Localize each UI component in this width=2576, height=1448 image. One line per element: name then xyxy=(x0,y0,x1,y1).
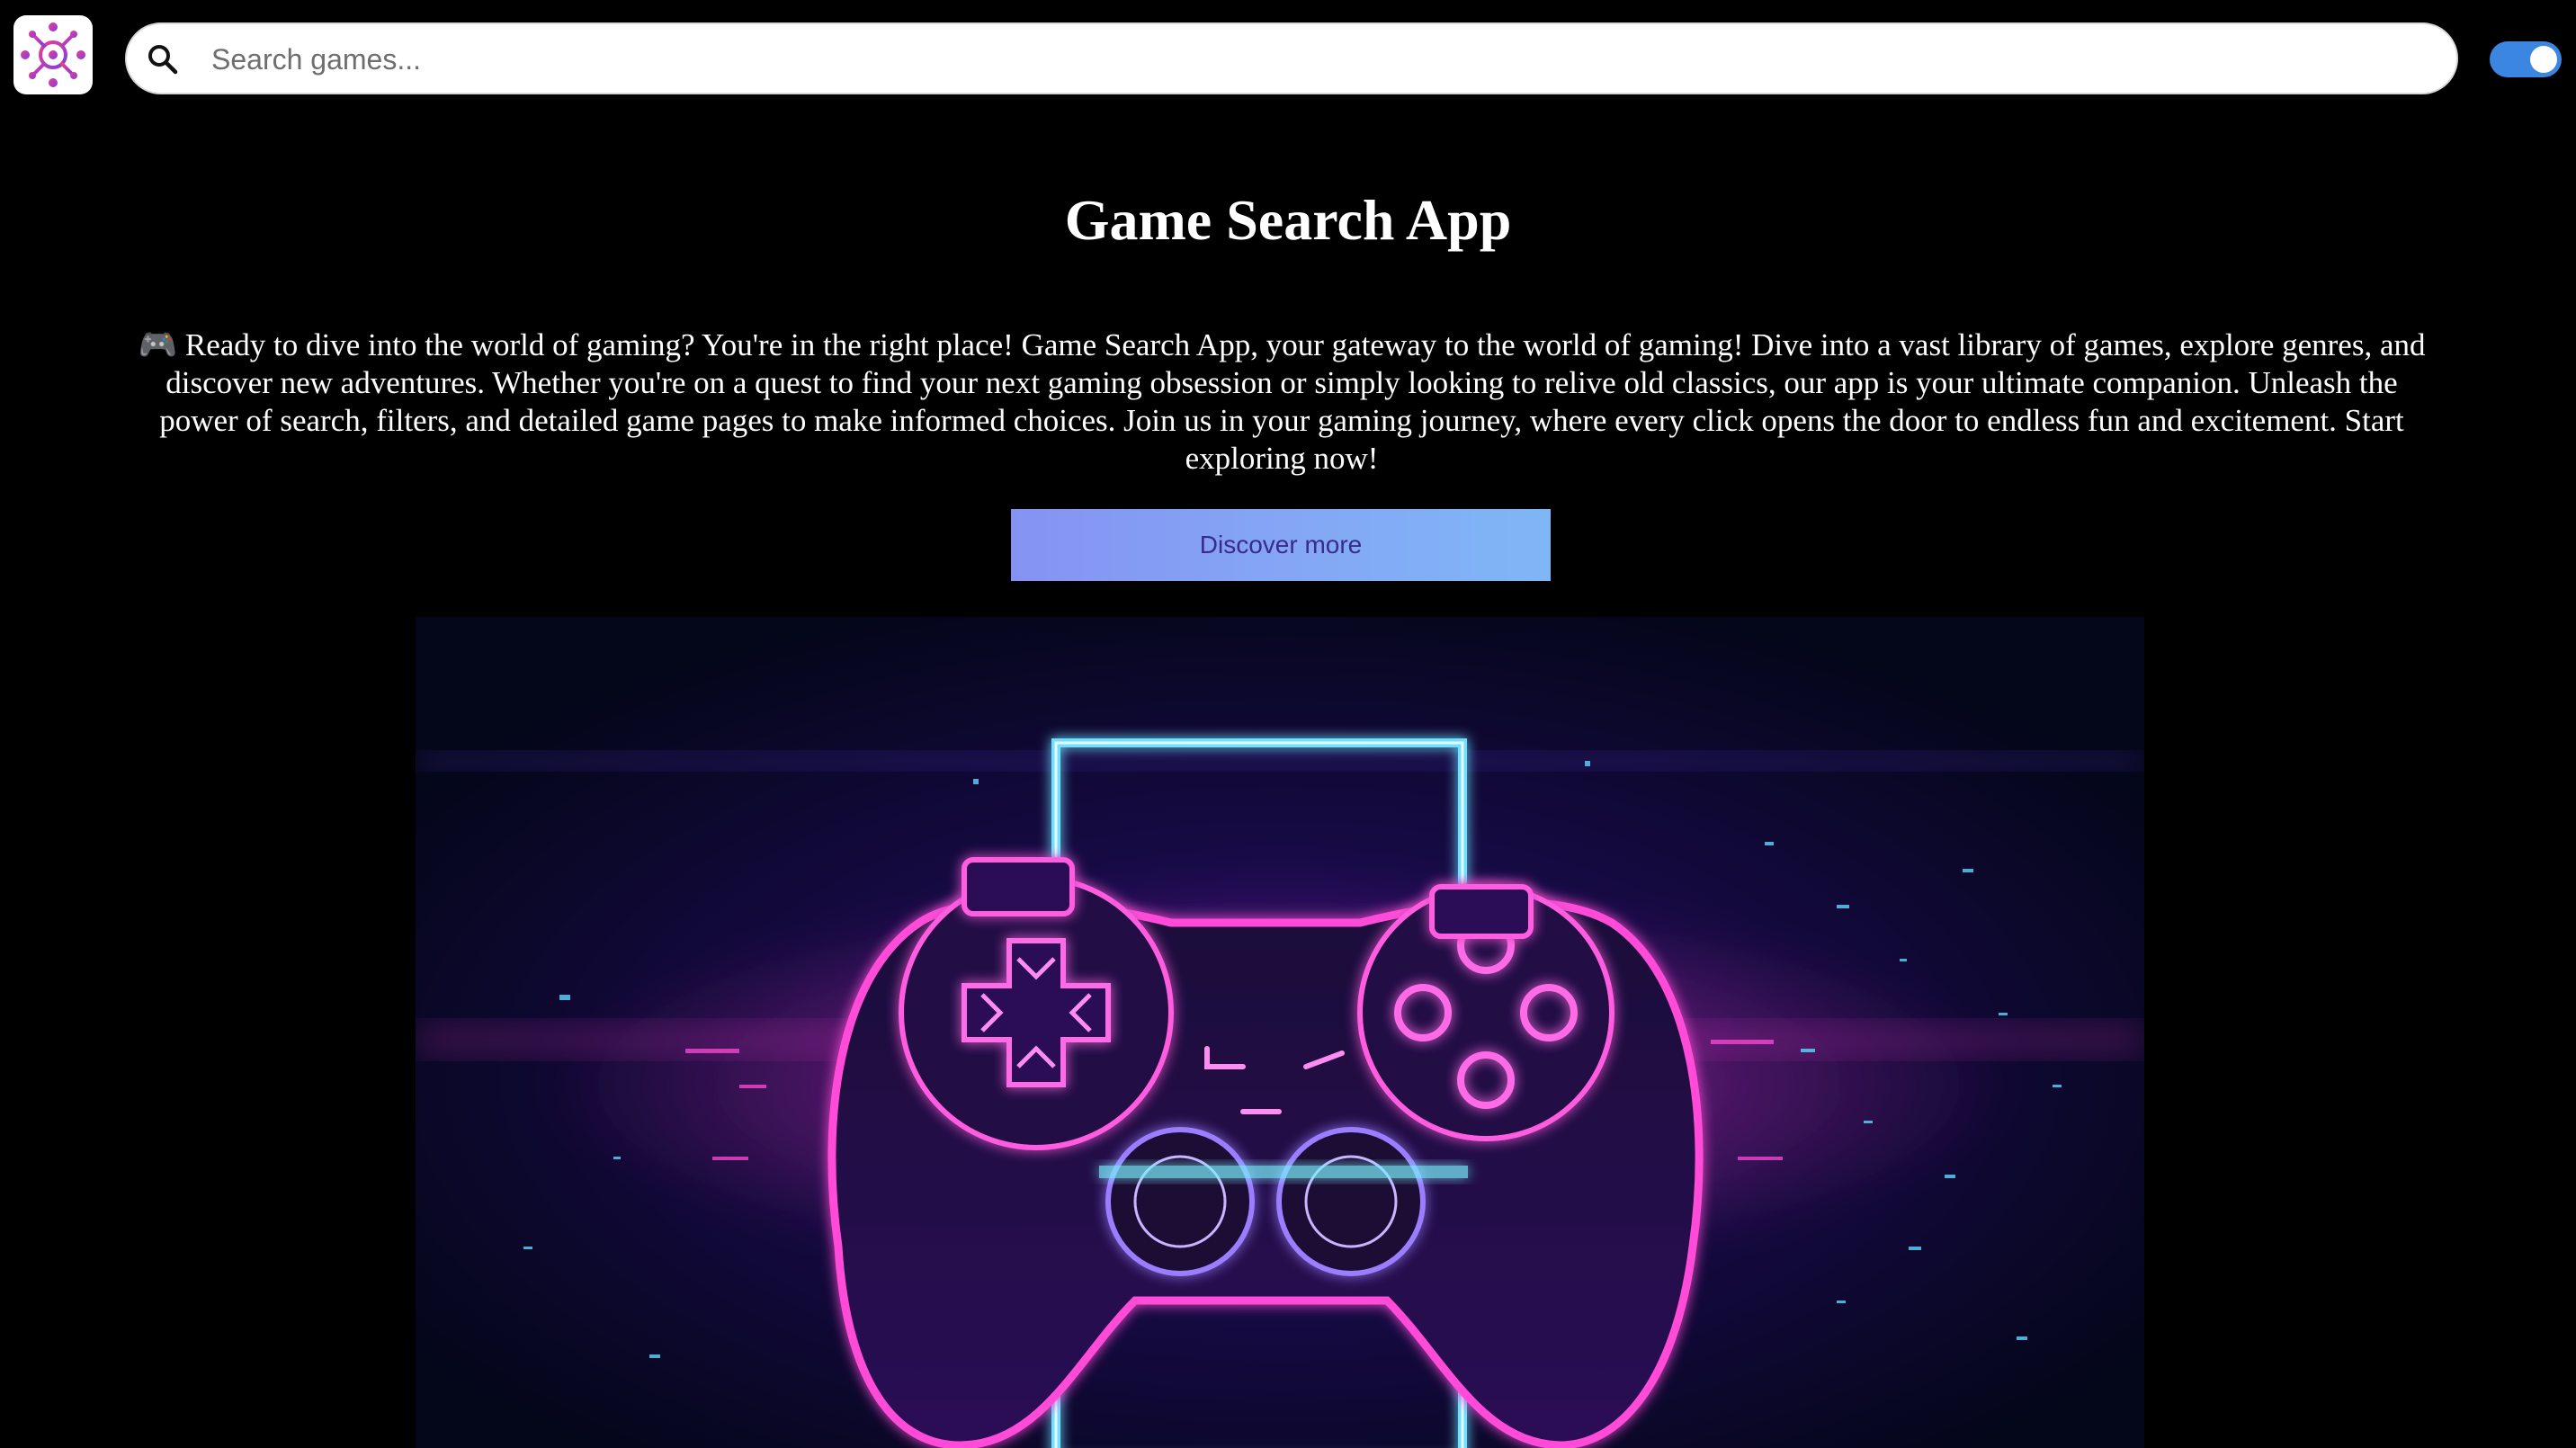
page: Game Search App 🎮 Ready to dive into the… xyxy=(0,0,2576,1448)
theme-toggle[interactable] xyxy=(2490,41,2562,77)
neon-gamepad-controller-image xyxy=(416,617,2144,1448)
toggle-knob xyxy=(2530,46,2557,73)
hero-image xyxy=(416,617,2144,1448)
app-logo[interactable] xyxy=(13,15,93,94)
intro-paragraph: 🎮 Ready to dive into the world of gaming… xyxy=(138,327,2426,476)
page-title: Game Search App xyxy=(1064,188,1512,252)
virus-molecule-logo-icon xyxy=(21,22,85,87)
search-bar xyxy=(125,22,2458,94)
discover-more-button[interactable]: Discover more xyxy=(1011,509,1551,581)
search-icon[interactable] xyxy=(145,41,181,77)
search-input[interactable] xyxy=(210,31,2426,87)
top-bar xyxy=(0,0,2576,117)
